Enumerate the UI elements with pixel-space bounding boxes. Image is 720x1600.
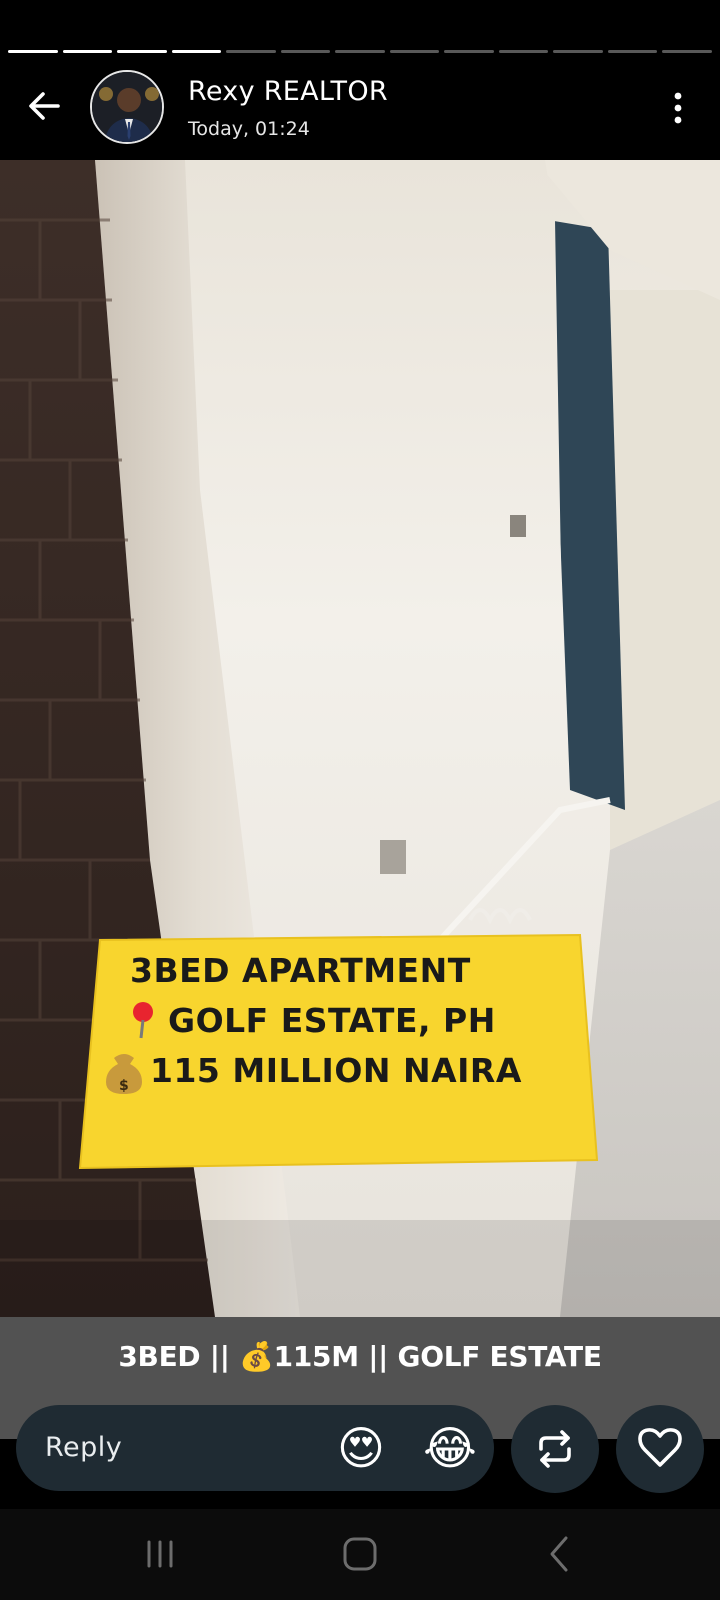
home-button[interactable]	[336, 1530, 384, 1578]
progress-segment	[553, 50, 603, 53]
post-timestamp: Today, 01:24	[188, 118, 310, 140]
progress-segment	[389, 50, 440, 53]
repost-button[interactable]	[511, 1405, 599, 1493]
story-header: Rexy REALTOR Today, 01:24	[0, 62, 720, 158]
recent-apps-button[interactable]	[136, 1530, 184, 1578]
story-progress	[8, 50, 712, 54]
reply-placeholder[interactable]: Reply	[45, 1432, 122, 1463]
tears-of-joy-emoji-button[interactable]: 😂	[422, 1420, 478, 1476]
heart-outline-icon	[638, 1428, 682, 1467]
author-name[interactable]: Rexy REALTOR	[188, 76, 388, 107]
overlay-text: 3BED APARTMENT GOLF ESTATE, PH $ 115 MIL…	[106, 951, 522, 1094]
back-button[interactable]	[22, 84, 66, 128]
like-button[interactable]	[616, 1405, 704, 1493]
story-media-image: 3BED APARTMENT GOLF ESTATE, PH $ 115 MIL…	[0, 160, 720, 1317]
more-options-button[interactable]	[672, 90, 684, 126]
home-icon	[343, 1537, 377, 1571]
overlay-line-3: 115 MILLION NAIRA	[150, 1051, 522, 1090]
heart-eyes-emoji-button[interactable]: 😍	[333, 1420, 389, 1476]
progress-segment	[335, 50, 385, 53]
progress-segment	[280, 50, 331, 53]
progress-segment	[226, 50, 276, 53]
system-back-button[interactable]	[536, 1530, 584, 1578]
story-media[interactable]: 3BED APARTMENT GOLF ESTATE, PH $ 115 MIL…	[0, 160, 720, 1317]
progress-segment	[8, 50, 58, 53]
svg-text:$: $	[119, 1078, 129, 1094]
story-caption: 3BED || 💰115M || GOLF ESTATE	[118, 1340, 602, 1373]
overlay-line-2: GOLF ESTATE, PH	[168, 1001, 496, 1040]
repost-icon	[539, 1430, 571, 1468]
progress-segment	[171, 50, 222, 53]
overlay-line-1: 3BED APARTMENT	[130, 951, 471, 990]
progress-segment	[444, 50, 494, 53]
progress-segment	[662, 50, 712, 53]
progress-segment	[498, 50, 549, 53]
chevron-left-icon	[550, 1536, 568, 1572]
more-vertical-icon	[674, 92, 682, 124]
progress-segment	[607, 50, 658, 53]
avatar[interactable]	[90, 70, 164, 144]
arrow-left-icon	[29, 92, 60, 120]
recent-apps-icon	[147, 1540, 173, 1568]
progress-segment	[117, 50, 167, 53]
progress-segment	[62, 50, 113, 53]
